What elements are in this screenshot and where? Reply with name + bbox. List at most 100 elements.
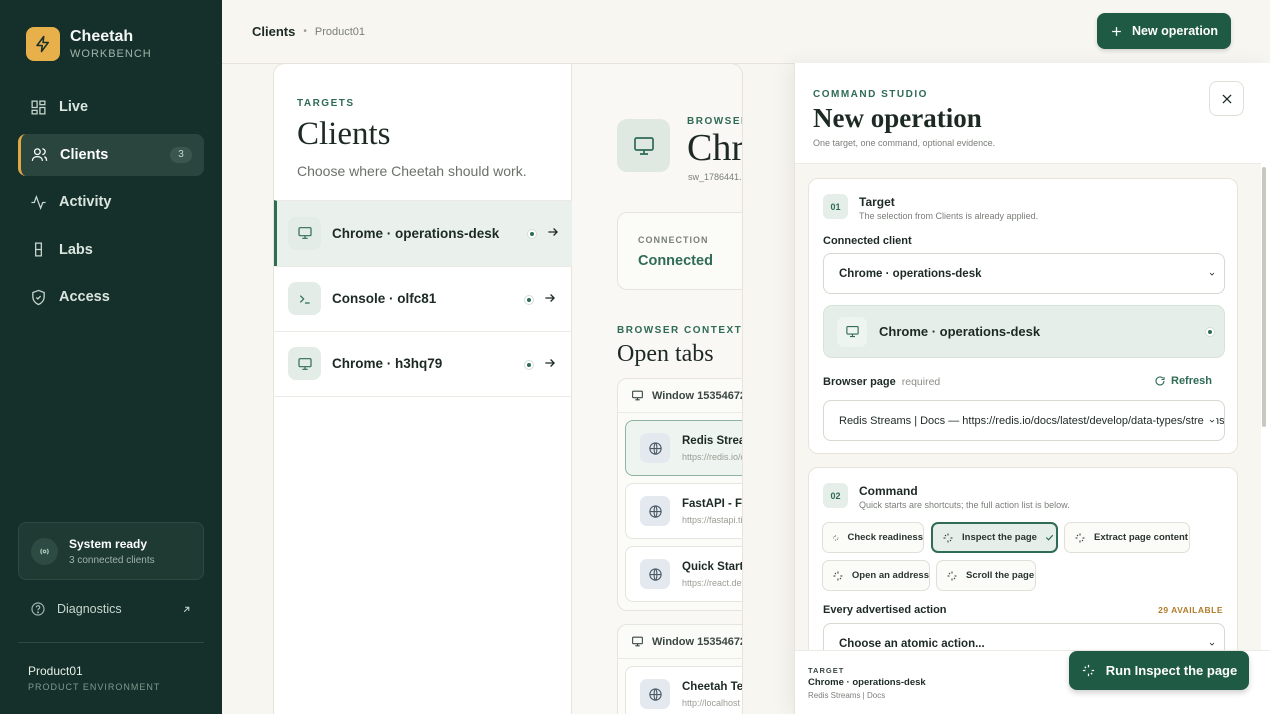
selected-client-name: Chrome · operations-desk: [879, 324, 1041, 339]
scrollbar[interactable]: [1262, 167, 1266, 427]
diagnostics-link[interactable]: Diagnostics: [30, 601, 192, 617]
tab-title: Quick Start - React: [682, 560, 743, 573]
status-subtitle: 3 connected clients: [69, 554, 155, 566]
chip-label: Scroll the page: [966, 570, 1035, 581]
flask-icon: [34, 242, 43, 257]
status-title: System ready: [69, 536, 148, 551]
tab-title: FastAPI - FastAPI: [682, 497, 743, 510]
sparkle-icon: [1075, 533, 1085, 542]
studio-footer: TARGET Chrome · operations-desk Redis St…: [795, 650, 1270, 714]
arrow-right-icon[interactable]: [546, 225, 560, 239]
sidebar-item-label: Activity: [59, 194, 112, 210]
grid-icon: [31, 99, 46, 115]
connection-status: Connected: [638, 253, 713, 269]
footer-page: Redis Streams | Docs: [808, 691, 886, 700]
breadcrumb: Clients • Product01: [252, 24, 365, 39]
targets-eyebrow: TARGETS: [297, 98, 355, 109]
new-operation-button[interactable]: New operation: [1097, 13, 1231, 49]
shield-icon: [32, 289, 45, 305]
tab-url: https://redis.io/docs/latest/develop/dat…: [682, 451, 742, 462]
monitor-icon: [632, 390, 643, 401]
section-subtitle: The selection from Clients is already ap…: [859, 211, 1039, 221]
sidebar-item-live[interactable]: Live: [18, 86, 204, 128]
window-header: Window 1535467230: [618, 625, 742, 659]
sidebar: Cheetah WORKBENCH Live Clients 3 Activit…: [0, 0, 222, 714]
browser-tab-item[interactable]: Quick Start - React https://react.dev/lea…: [625, 546, 743, 602]
run-button[interactable]: Run Inspect the page: [1069, 651, 1249, 690]
action-select[interactable]: Choose an atomic action...: [823, 623, 1225, 650]
monitor-icon: [632, 636, 643, 647]
sparkle-icon: [832, 534, 839, 541]
sidebar-item-labs[interactable]: Labs: [18, 229, 204, 271]
client-name: Chrome · h3hq79: [332, 356, 443, 372]
detail-title: Chrome · operations-desk: [687, 127, 743, 169]
quick-start-check-readiness[interactable]: Check readiness: [822, 522, 924, 553]
client-list: Chrome · operations-desk Console · olfc8…: [274, 200, 572, 397]
brand[interactable]: Cheetah WORKBENCH: [26, 27, 152, 61]
users-icon: [31, 148, 48, 161]
section-title: Target: [859, 195, 895, 209]
browser-tab-item[interactable]: FastAPI - FastAPI https://fastapi.tiangol…: [625, 483, 743, 539]
client-row[interactable]: Chrome · operations-desk: [274, 200, 572, 266]
refresh-button[interactable]: Refresh: [1154, 375, 1212, 387]
close-button[interactable]: [1209, 81, 1244, 116]
client-row[interactable]: Chrome · h3hq79: [274, 331, 572, 397]
section-subtitle: Quick starts are shortcuts; the full act…: [859, 500, 1070, 510]
quick-start-inspect-page[interactable]: Inspect the page: [931, 522, 1058, 553]
arrow-right-icon[interactable]: [543, 291, 557, 305]
footer-client: Chrome · operations-desk: [808, 677, 926, 688]
check-icon: [1045, 534, 1054, 541]
command-section: 02 Command Quick starts are shortcuts; t…: [808, 467, 1238, 650]
section-title: Command: [859, 484, 918, 498]
browser-page-select[interactable]: Redis Streams | Docs — https://redis.io/…: [823, 400, 1225, 441]
arrow-right-icon[interactable]: [543, 356, 557, 370]
sparkle-icon: [947, 571, 957, 580]
chevron-down-icon: [1204, 268, 1216, 280]
sidebar-item-label: Live: [59, 99, 89, 115]
monitor-icon: [617, 119, 670, 172]
monitor-icon: [288, 216, 321, 250]
studio-eyebrow: COMMAND STUDIO: [813, 89, 928, 100]
external-link-icon: [183, 606, 190, 612]
sidebar-item-clients[interactable]: Clients 3: [18, 133, 204, 176]
target-section: 01 Target The selection from Clients is …: [808, 178, 1238, 454]
tab-title: Redis Streams | Docs: [682, 434, 742, 447]
terminal-icon: [288, 282, 321, 316]
quick-start-extract-content[interactable]: Extract page content: [1064, 522, 1190, 553]
sidebar-item-label: Labs: [59, 241, 93, 258]
targets-subtitle: Choose where Cheetah should work.: [297, 163, 527, 179]
client-row[interactable]: Console · olfc81: [274, 265, 572, 332]
globe-icon: [640, 559, 670, 589]
client-name: Chrome · operations-desk: [332, 225, 500, 241]
sparkle-icon: [833, 571, 843, 580]
quick-start-open-address[interactable]: Open an address: [822, 560, 930, 591]
brand-subtitle: WORKBENCH: [70, 48, 152, 60]
breadcrumb-product: Product01: [314, 25, 366, 38]
breadcrumb-section[interactable]: Clients: [252, 24, 295, 39]
select-placeholder: Choose an atomic action...: [839, 637, 985, 650]
monitor-icon: [288, 347, 321, 381]
sidebar-item-activity[interactable]: Activity: [18, 181, 204, 223]
globe-icon: [640, 433, 670, 463]
sidebar-item-access[interactable]: Access: [18, 276, 204, 318]
chip-label: Inspect the page: [962, 532, 1037, 543]
connection-card: CONNECTION Connected: [617, 212, 742, 290]
tab-url: https://react.dev/learn: [682, 577, 742, 588]
connected-client-select[interactable]: Chrome · operations-desk: [823, 253, 1225, 294]
broadcast-icon: [31, 537, 58, 565]
section-number: 02: [823, 483, 848, 508]
browser-tab-item[interactable]: Redis Streams | Docs https://redis.io/doc…: [625, 420, 742, 476]
sparkle-icon: [1082, 664, 1094, 677]
studio-title: New operation: [813, 103, 982, 133]
connection-label: CONNECTION: [638, 235, 709, 245]
new-operation-label: New operation: [1131, 24, 1219, 38]
browser-tab-item[interactable]: Cheetah Test http://localhost: [625, 666, 743, 714]
tab-title: Cheetah Test: [682, 680, 743, 693]
quick-start-scroll-page[interactable]: Scroll the page: [936, 560, 1036, 591]
detail-client-id: sw_1786441...: [688, 172, 743, 182]
help-circle-icon: [31, 602, 45, 616]
select-value: Redis Streams | Docs — https://redis.io/…: [839, 414, 1225, 427]
client-detail-panel: BROWSER Chrome · operations-desk sw_1786…: [572, 63, 743, 714]
sidebar-item-label: Clients: [60, 146, 109, 163]
tab-url: https://fastapi.tiangolo.com/: [682, 514, 743, 525]
